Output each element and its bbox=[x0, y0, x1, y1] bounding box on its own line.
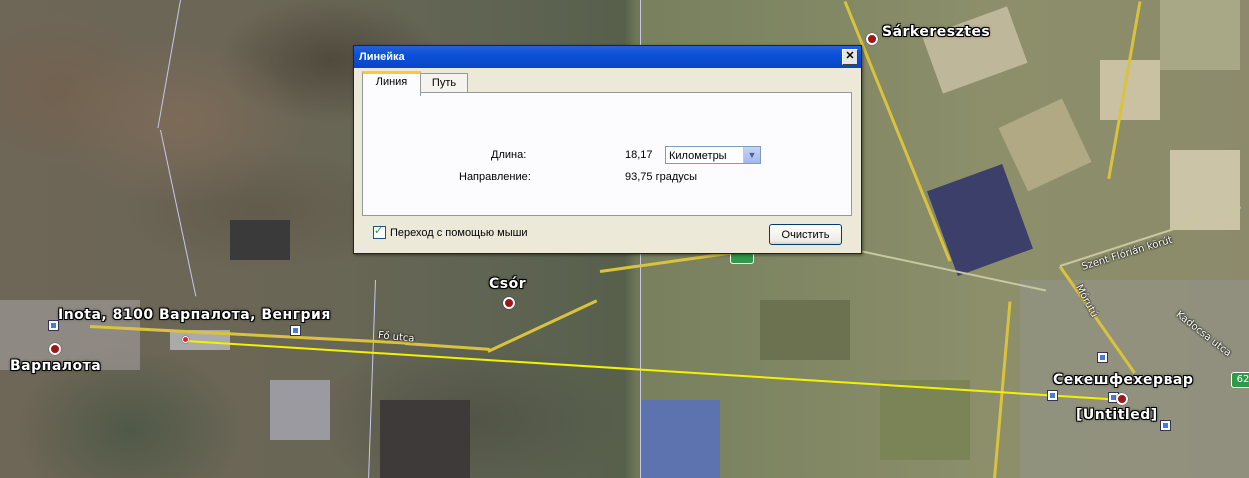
terrain-patch bbox=[380, 400, 470, 478]
direction-value: 93,75 градусы bbox=[625, 171, 698, 183]
place-marker-sarkeresztes[interactable] bbox=[866, 33, 878, 45]
clear-button[interactable]: Очистить bbox=[769, 224, 842, 245]
terrain-patch bbox=[880, 380, 970, 460]
place-label-sarkeresztes[interactable]: Sárkeresztes bbox=[882, 24, 990, 40]
terrain-patch bbox=[1100, 60, 1160, 120]
length-value: 18,17 bbox=[625, 149, 653, 161]
mouse-nav-label[interactable]: Переход с помощью мыши bbox=[390, 227, 528, 239]
place-label-untitled[interactable]: [Untitled] bbox=[1076, 407, 1158, 423]
place-label-varpalota[interactable]: Варпалота bbox=[10, 358, 101, 374]
road bbox=[487, 299, 598, 353]
admin-boundary bbox=[368, 279, 376, 478]
poi-marker[interactable] bbox=[290, 325, 301, 336]
terrain-patch bbox=[640, 400, 720, 478]
terrain-patch bbox=[270, 380, 330, 440]
tab-line[interactable]: Линия bbox=[362, 71, 421, 96]
unit-select-value: Километры bbox=[669, 150, 727, 162]
place-label-szekesfehervar[interactable]: Секешфехервар bbox=[1053, 372, 1193, 388]
ruler-start-point[interactable] bbox=[182, 336, 189, 343]
poi-marker[interactable] bbox=[1097, 352, 1108, 363]
place-marker-csor[interactable] bbox=[503, 297, 515, 309]
chevron-down-icon[interactable]: ▼ bbox=[743, 147, 760, 163]
ruler-titlebar[interactable]: Линейка ✕ bbox=[354, 46, 861, 68]
ruler-panel: Длина: 18,17 Километры ▼ Направление: 93… bbox=[362, 92, 852, 216]
road bbox=[404, 342, 490, 351]
mouse-nav-checkbox[interactable] bbox=[373, 224, 386, 239]
terrain-patch bbox=[1160, 0, 1240, 70]
ruler-title: Линейка bbox=[359, 51, 405, 63]
close-button[interactable]: ✕ bbox=[842, 49, 858, 65]
poi-marker[interactable] bbox=[1047, 390, 1058, 401]
place-marker-varpalota[interactable] bbox=[49, 343, 61, 355]
tab-path[interactable]: Путь bbox=[420, 73, 468, 93]
place-marker-untitled[interactable] bbox=[1116, 393, 1128, 405]
direction-label: Направление: bbox=[459, 171, 531, 183]
unit-select[interactable]: Километры ▼ bbox=[665, 146, 761, 164]
ruler-dialog: Линейка ✕ Линия Путь Длина: 18,17 Киломе… bbox=[353, 45, 862, 254]
poi-marker[interactable] bbox=[1160, 420, 1171, 431]
place-label-csor[interactable]: Csór bbox=[489, 276, 526, 292]
place-label-inota[interactable]: Inota, 8100 Варпалота, Венгрия bbox=[58, 307, 331, 323]
road-shield-62: 62 bbox=[1231, 372, 1249, 388]
terrain-patch bbox=[230, 220, 290, 260]
terrain-patch bbox=[760, 300, 850, 360]
admin-boundary bbox=[157, 0, 181, 129]
admin-boundary bbox=[160, 129, 197, 297]
length-label: Длина: bbox=[491, 149, 527, 161]
